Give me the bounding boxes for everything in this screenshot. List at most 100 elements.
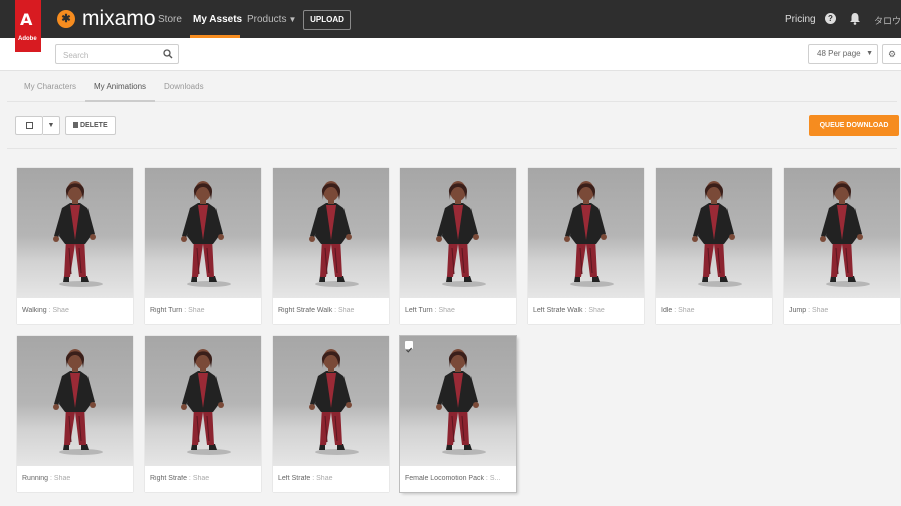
character-name: Shae [188, 307, 205, 314]
animation-name: Left Strafe Walk [533, 307, 583, 314]
animation-caption: Right Strafe : Shae [150, 475, 258, 482]
animation-name: Jump [789, 307, 807, 314]
search-row: 48 Per page ▼ ⚙ [0, 38, 901, 71]
animation-thumbnail[interactable] [528, 168, 644, 298]
nav-products-label: Products [247, 14, 287, 25]
animation-card[interactable]: Left Turn : Shae [400, 168, 516, 324]
tab-my-animations[interactable]: My Animations [94, 82, 146, 91]
animation-thumbnail[interactable] [273, 168, 389, 298]
character-name: Shae [588, 307, 605, 314]
animation-caption: Female Locomotion Pack : S... [405, 475, 513, 482]
character-figure [53, 181, 103, 287]
animation-caption: Running : Shae [22, 475, 130, 482]
animation-card[interactable]: Female Locomotion Pack : S... [400, 336, 516, 492]
tab-my-characters[interactable]: My Characters [24, 82, 76, 91]
animation-card[interactable]: Jump : Shae [784, 168, 900, 324]
per-page-select[interactable]: 48 Per page ▼ [808, 44, 878, 64]
character-figure [309, 181, 359, 287]
checkbox-icon [26, 122, 33, 129]
animation-card[interactable]: Walking : Shae [17, 168, 133, 324]
animation-thumbnail[interactable] [17, 168, 133, 298]
animation-card[interactable]: Right Strafe Walk : Shae [273, 168, 389, 324]
search-input[interactable] [56, 46, 156, 65]
animation-caption: Right Turn : Shae [150, 307, 258, 314]
trash-icon [73, 122, 78, 128]
animation-caption: Jump : Shae [789, 307, 897, 314]
animation-caption: Right Strafe Walk : Shae [278, 307, 386, 314]
animation-card[interactable]: Right Strafe : Shae [145, 336, 261, 492]
character-figure [692, 181, 742, 287]
animation-caption: Left Strafe : Shae [278, 475, 386, 482]
nav-my-assets[interactable]: My Assets [193, 14, 242, 26]
top-nav: ✱ mixamo Store My Assets Products ▼ UPLOA… [0, 0, 901, 38]
animation-name: Right Strafe Walk [278, 307, 333, 314]
upload-button[interactable]: UPLOAD [303, 10, 351, 30]
toolbar-divider [7, 148, 897, 149]
gear-icon: ⚙ [888, 49, 897, 59]
animation-thumbnail[interactable] [400, 168, 516, 298]
animation-name: Left Strafe [278, 475, 311, 482]
animation-card[interactable]: Left Strafe : Shae [273, 336, 389, 492]
animation-thumbnail[interactable] [273, 336, 389, 466]
animation-thumbnail[interactable] [145, 168, 261, 298]
character-figure [436, 181, 486, 287]
animation-name: Right Turn [150, 307, 183, 314]
animation-thumbnail[interactable] [784, 168, 900, 298]
character-name: Shae [192, 475, 210, 482]
search-icon[interactable] [163, 49, 173, 59]
animation-card[interactable]: Running : Shae [17, 336, 133, 492]
select-caret-icon: ▼ [866, 50, 873, 57]
animation-thumbnail[interactable] [145, 336, 261, 466]
character-figure [820, 181, 870, 287]
animation-caption: Left Strafe Walk : Shae [533, 307, 641, 314]
character-figure [181, 349, 231, 455]
search-box [55, 44, 179, 65]
animation-name: Right Strafe [150, 475, 187, 482]
nav-pricing[interactable]: Pricing [785, 14, 816, 25]
animation-thumbnail[interactable] [17, 336, 133, 466]
adobe-label: Adobe [18, 36, 37, 42]
animation-name: Walking [22, 307, 47, 314]
character-name: Shae [52, 307, 69, 314]
animation-name: Idle [661, 307, 673, 314]
animation-caption: Walking : Shae [22, 307, 130, 314]
nav-store[interactable]: Store [158, 14, 182, 26]
animation-card[interactable]: Left Strafe Walk : Shae [528, 168, 644, 324]
animation-caption: Left Turn : Shae [405, 307, 513, 314]
check-icon[interactable] [405, 341, 413, 353]
animation-name: Left Turn [405, 307, 433, 314]
delete-button[interactable]: DELETE [65, 116, 116, 135]
select-all-checkbox[interactable] [15, 116, 43, 135]
character-figure [181, 181, 231, 287]
character-name: Shae [438, 307, 455, 314]
delete-label: DELETE [80, 122, 108, 129]
caret-down-icon: ▼ [47, 122, 55, 129]
animation-thumbnail[interactable] [400, 336, 516, 466]
character-name: Shae [316, 475, 333, 482]
brand-name[interactable]: mixamo [82, 8, 156, 30]
animation-name: Running [22, 475, 49, 482]
queue-download-button[interactable]: QUEUE DOWNLOAD [809, 115, 899, 136]
character-name: Shae [811, 307, 829, 314]
bell-icon[interactable] [849, 12, 861, 25]
character-name: Shae [53, 475, 71, 482]
adobe-mark-icon: A [20, 10, 33, 29]
character-figure [436, 349, 486, 455]
help-icon[interactable]: ? [825, 13, 836, 24]
animation-thumbnail[interactable] [656, 168, 772, 298]
tab-downloads[interactable]: Downloads [164, 82, 204, 91]
select-dropdown-button[interactable]: ▼ [43, 116, 60, 135]
nav-products[interactable]: Products ▼ [247, 14, 296, 26]
animation-caption: Idle : Shae [661, 307, 769, 314]
active-tab-underline [85, 100, 155, 102]
user-name[interactable]: タロウ [874, 14, 901, 27]
caret-down-icon: ▼ [288, 15, 297, 24]
adobe-logo[interactable]: A Adobe [15, 0, 41, 52]
animation-card[interactable]: Right Turn : Shae [145, 168, 261, 324]
character-name: Shae [678, 307, 695, 314]
animation-card[interactable]: Idle : Shae [656, 168, 772, 324]
settings-button[interactable]: ⚙ [882, 44, 901, 64]
mixamo-logo-icon[interactable]: ✱ [57, 10, 75, 28]
character-figure [309, 349, 359, 455]
character-name: Shae [338, 307, 355, 314]
